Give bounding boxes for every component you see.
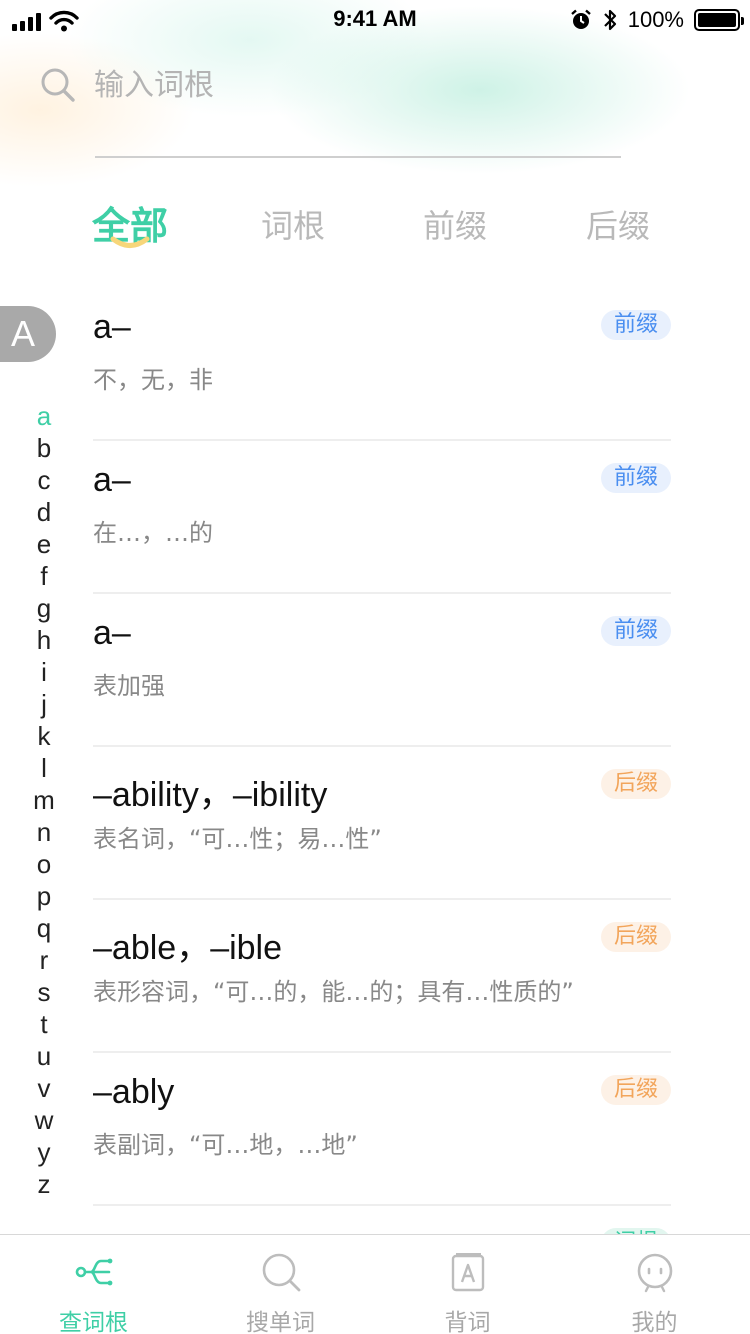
entry-meaning: 表形容词，“可…的，能…的；具有…性质的” [93,978,574,1006]
list-item[interactable]: –ability，–ibility 后缀表名词，“可…性；易…性” [93,747,671,900]
index-letter-n[interactable]: n [26,816,62,848]
index-letter-a[interactable]: a [26,400,62,432]
index-letter-s[interactable]: s [26,976,62,1008]
entry-type-badge: 前缀 [600,463,671,493]
tabbar-label: 背词 [444,1310,491,1334]
list-item[interactable]: a– 前缀在…，…的 [93,441,671,594]
tabbar-label: 我的 [631,1310,678,1334]
bluetooth-icon [603,9,616,31]
tab-prefix[interactable]: 前缀 [385,201,525,247]
index-letter-w[interactable]: w [26,1104,62,1136]
entry-meaning: 在…，…的 [93,519,213,547]
index-letter-u[interactable]: u [26,1040,62,1072]
search-icon [41,68,75,102]
entry-title: –ability，–ibility [93,776,328,814]
index-letter-t[interactable]: t [26,1008,62,1040]
entry-type-badge: 后缀 [600,1075,671,1105]
index-letter-e[interactable]: e [26,528,62,560]
bottom-tab-bar: 查词根 搜单词 背词 我的 [0,1234,750,1334]
tabbar-item-memorize[interactable]: 背词 [374,1235,561,1334]
list-item[interactable]: abl，abili词根 [93,1206,671,1234]
search-icon [262,1253,301,1292]
tab-root[interactable]: 词根 [223,201,363,247]
index-letter-c[interactable]: c [26,464,62,496]
index-letter-i[interactable]: i [26,656,62,688]
index-letter-p[interactable]: p [26,880,62,912]
alarm-icon [570,9,591,29]
battery-icon [694,9,744,31]
index-letter-r[interactable]: r [26,944,62,976]
list-item[interactable]: a– 前缀不，无，非 [93,288,671,441]
tabbar-label: 查词根 [59,1310,128,1334]
index-letter-k[interactable]: k [26,720,62,752]
entry-title: –able，–ible [93,929,283,967]
status-bar: 9:41 AM 100% [0,0,750,40]
index-letter-l[interactable]: l [26,752,62,784]
tabbar-label: 搜单词 [246,1310,315,1334]
entry-type-badge: 后缀 [600,922,671,952]
alphabet-index[interactable]: abcdefghijklmnopqrstuvwyz [26,400,62,1200]
tab-suffix[interactable]: 后缀 [548,201,688,247]
entry-type-badge: 后缀 [600,769,671,799]
category-tabs: 全部 词根 前缀 后缀 [0,195,750,265]
index-letter-m[interactable]: m [26,784,62,816]
entry-type-badge: 前缀 [600,310,671,340]
tabbar-item-profile[interactable]: 我的 [561,1235,748,1334]
index-letter-d[interactable]: d [26,496,62,528]
index-letter-b[interactable]: b [26,432,62,464]
list-item[interactable]: –ably 后缀表副词，“可…地，…地” [93,1053,671,1206]
entry-title: a– [93,461,131,499]
index-current-letter: A [0,306,56,362]
entry-meaning: 表名词，“可…性；易…性” [93,825,382,853]
index-letter-v[interactable]: v [26,1072,62,1104]
index-letter-h[interactable]: h [26,624,62,656]
tabbar-item-lookup-root[interactable]: 查词根 [0,1235,187,1334]
status-right: 100% [570,7,744,33]
index-letter-z[interactable]: z [26,1168,62,1200]
entry-title: abl，abili [93,1226,233,1234]
entry-meaning: 不，无，非 [93,366,213,394]
entry-meaning: 表副词，“可…地，…地” [93,1131,358,1159]
active-tab-indicator [110,236,150,248]
search-underline [95,156,621,158]
tabbar-item-search-word[interactable]: 搜单词 [187,1235,374,1334]
entry-type-badge: 前缀 [600,616,671,646]
root-entry-list: a– 前缀 不，无，非 a– 前缀 在…，…的 a– 前缀 表加强 –ability，–ibili… [93,288,671,1234]
search-bar [40,62,640,108]
index-letter-j[interactable]: j [26,688,62,720]
list-item[interactable]: –able，–ible 后缀 表形容词，“可…的，能…的；具有…性质的” [93,900,671,1053]
entry-title: a– [93,308,131,346]
entry-meaning: 表加强 [93,672,165,700]
index-letter-q[interactable]: q [26,912,62,944]
search-input[interactable] [94,67,594,103]
profile-face-icon [637,1253,673,1293]
index-letter-o[interactable]: o [26,848,62,880]
entry-title: a– [93,614,131,652]
root-tree-icon [75,1258,113,1286]
list-item[interactable]: a– 前缀表加强 [93,594,671,747]
battery-percentage: 100% [627,7,684,32]
index-letter-g[interactable]: g [26,592,62,624]
index-letter-f[interactable]: f [26,560,62,592]
index-letter-y[interactable]: y [26,1136,62,1168]
entry-title: –ably [93,1073,175,1111]
flashcard-icon [451,1253,485,1292]
